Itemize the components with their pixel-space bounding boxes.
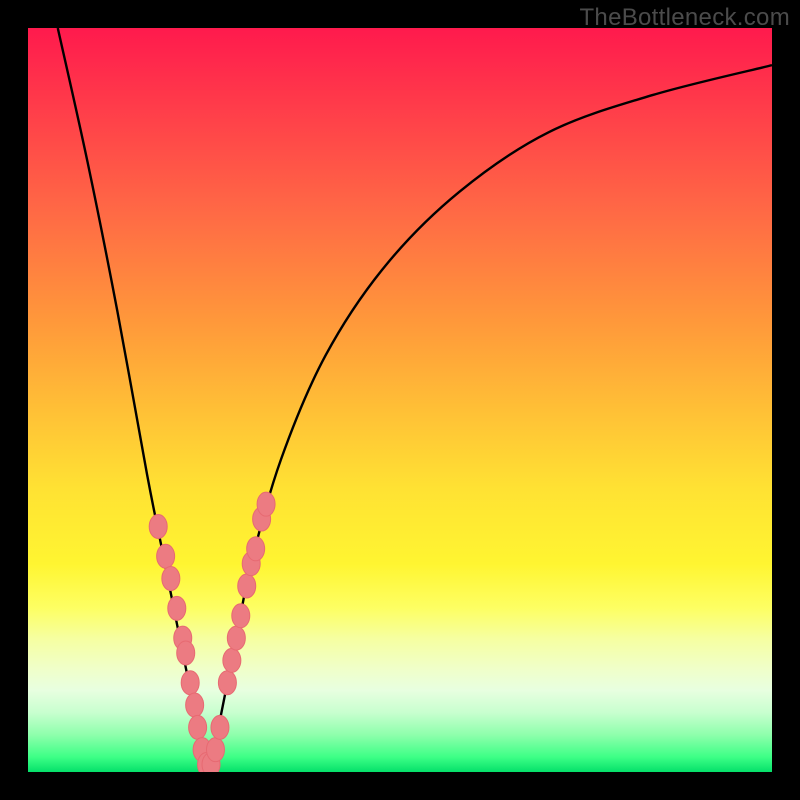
- data-marker: [247, 537, 265, 561]
- data-marker: [181, 671, 199, 695]
- curve-path: [58, 28, 772, 772]
- chart-svg: [28, 28, 772, 772]
- outer-frame: TheBottleneck.com: [0, 0, 800, 800]
- marker-layer: [149, 492, 275, 772]
- data-marker: [232, 604, 250, 628]
- data-marker: [162, 567, 180, 591]
- data-marker: [189, 715, 207, 739]
- data-marker: [257, 492, 275, 516]
- data-marker: [227, 626, 245, 650]
- plot-area: [28, 28, 772, 772]
- data-marker: [223, 648, 241, 672]
- data-marker: [149, 514, 167, 538]
- data-marker: [157, 544, 175, 568]
- data-marker: [206, 738, 224, 762]
- data-marker: [168, 596, 186, 620]
- data-marker: [186, 693, 204, 717]
- bottleneck-curve: [58, 28, 772, 772]
- data-marker: [177, 641, 195, 665]
- data-marker: [238, 574, 256, 598]
- watermark-label: TheBottleneck.com: [579, 4, 790, 32]
- data-marker: [218, 671, 236, 695]
- data-marker: [211, 715, 229, 739]
